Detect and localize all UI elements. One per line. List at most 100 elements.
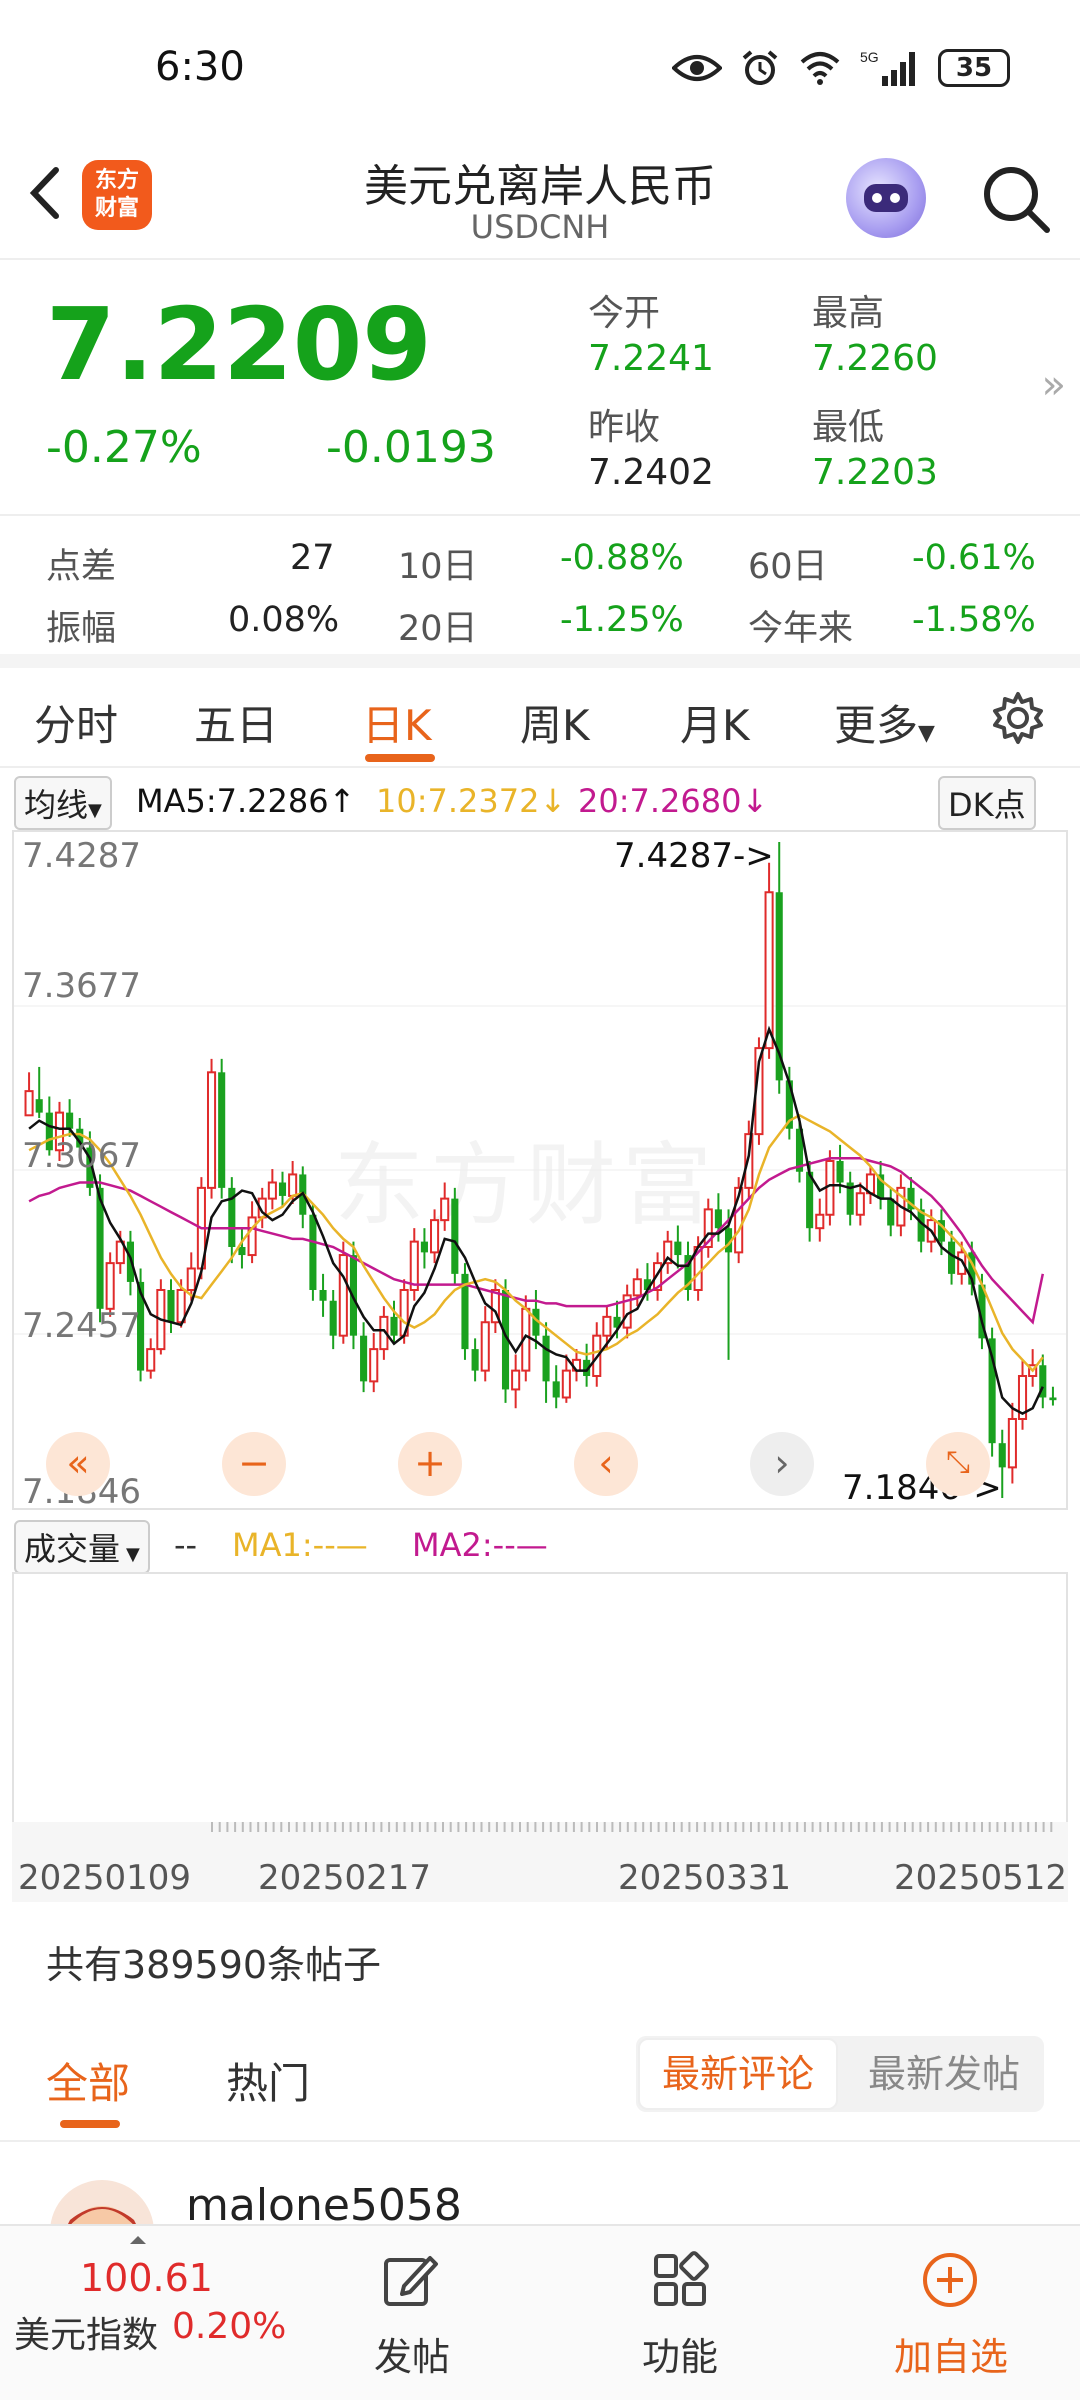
scroll-right-button[interactable]: › — [750, 1432, 814, 1496]
tab-five-day[interactable]: 五日 — [194, 692, 278, 753]
volume-selector[interactable]: 成交量 ▼ — [14, 1520, 150, 1574]
volume-ma2: MA2:--— — [412, 1526, 548, 1564]
candle — [855, 1182, 865, 1226]
candle — [238, 1228, 246, 1269]
ma2-line-swatch: — — [515, 1526, 548, 1564]
volume-ma2-label: MA2:-- — [412, 1526, 516, 1564]
candle — [571, 1349, 582, 1382]
candle — [167, 1279, 175, 1333]
candle — [815, 1198, 825, 1242]
assistant-robot-icon[interactable] — [846, 158, 926, 238]
volume-ma1: MA1:--— — [232, 1526, 368, 1564]
sort-segmented-control: 最新评论 最新发帖 — [636, 2036, 1044, 2112]
ma1-line-swatch: — — [335, 1526, 368, 1564]
scroll-left-button[interactable]: ‹ — [574, 1432, 638, 1496]
function-button[interactable]: 功能 — [610, 2226, 750, 2400]
candle — [278, 1171, 287, 1207]
volume-chart[interactable] — [12, 1572, 1068, 1822]
tab-more[interactable]: 更多▼ — [834, 692, 935, 753]
battery-level: 35 — [955, 53, 993, 83]
scroll-to-start-button[interactable]: « — [46, 1432, 110, 1496]
tab-all-posts[interactable]: 全部 — [46, 2050, 130, 2111]
high-marker: 7.4287-> — [614, 836, 774, 876]
candle — [632, 1268, 642, 1307]
ytd-value: -1.58% — [912, 600, 1036, 640]
candle — [1049, 1386, 1057, 1406]
search-icon[interactable] — [975, 158, 1055, 238]
axis-ticks — [211, 1822, 1053, 1832]
status-time: 6:30 — [155, 44, 245, 90]
change-percent: -0.27% — [46, 422, 202, 473]
d10-label: 10日 — [398, 547, 478, 587]
tab-intraday[interactable]: 分时 — [34, 692, 118, 753]
active-tab-underline — [365, 754, 435, 762]
candle — [865, 1166, 876, 1204]
volume-selector-label: 成交量 — [24, 1530, 121, 1568]
expand-arrow-icon[interactable]: » — [1042, 362, 1066, 408]
candle — [1007, 1402, 1017, 1484]
open-value: 7.2241 — [588, 338, 714, 379]
add-watchlist-button[interactable]: 加自选 — [874, 2226, 1034, 2400]
candle — [511, 1354, 521, 1409]
change-value: -0.0193 — [326, 422, 496, 473]
y-tick-label: 7.2457 — [22, 1306, 141, 1346]
candle — [146, 1338, 156, 1379]
tab-weekly-k[interactable]: 周K — [520, 692, 590, 753]
battery-icon: 35 — [938, 49, 1010, 87]
sort-latest-post[interactable]: 最新发帖 — [846, 2038, 1042, 2110]
spread-value: 27 — [290, 538, 335, 578]
candle — [684, 1241, 692, 1301]
candle — [319, 1273, 327, 1317]
caret-down-icon: ▼ — [88, 800, 102, 821]
candle — [552, 1365, 560, 1409]
ma-selector-label: 均线 — [24, 786, 89, 824]
ytd-label: 今年来 — [748, 609, 854, 649]
eye-icon — [672, 55, 722, 81]
bottom-bar: 100.61 美元指数 0.20% 发帖 功能 加自选 — [0, 2224, 1080, 2400]
candle — [877, 1160, 885, 1210]
post-button[interactable]: 发帖 — [340, 2226, 480, 2400]
ma-selector[interactable]: 均线▼ — [14, 776, 112, 830]
divider — [0, 2140, 1080, 2142]
candle — [703, 1198, 713, 1258]
settings-gear-icon[interactable] — [990, 690, 1046, 746]
candle — [228, 1177, 236, 1264]
grid-icon — [654, 2251, 709, 2306]
candle — [583, 1343, 591, 1387]
function-label: 功能 — [642, 2335, 719, 2379]
volume-indicator-bar: 成交量 ▼ -- MA1:--— MA2:--— — [0, 1516, 1080, 1574]
candle — [440, 1182, 450, 1231]
d20-value: -1.25% — [560, 600, 684, 640]
high-label: 最高 — [812, 293, 885, 334]
sort-latest-comment[interactable]: 最新评论 — [638, 2038, 838, 2110]
signal-icon: 5G — [860, 49, 915, 86]
low-label: 最低 — [812, 407, 885, 448]
post-count: 共有389590条帖子 — [46, 1943, 382, 1987]
tab-hot-posts[interactable]: 热门 — [226, 2050, 310, 2111]
stats-panel: 点差 27 振幅 0.08% 10日 -0.88% 20日 -1.25% 60日… — [0, 518, 1080, 668]
dollar-index-ticker[interactable]: 100.61 美元指数 0.20% — [0, 2226, 290, 2400]
dk-point-button[interactable]: DK点 — [938, 776, 1036, 830]
spread-label: 点差 — [46, 547, 117, 587]
last-price: 7.2209 — [46, 286, 432, 403]
d60-label: 60日 — [748, 547, 828, 587]
status-icons: 5G 35 — [672, 48, 1010, 88]
candle — [451, 1187, 459, 1285]
high-value: 7.2260 — [812, 338, 938, 379]
date-axis: 20250109 20250217 20250331 20250512 — [12, 1822, 1068, 1902]
candle — [724, 1209, 733, 1360]
tab-daily-k[interactable]: 日K — [362, 692, 432, 753]
fullscreen-button[interactable]: ⤡ — [926, 1432, 990, 1496]
zoom-in-button[interactable]: + — [398, 1432, 462, 1496]
volume-ma1-label: MA1:-- — [232, 1526, 336, 1564]
status-bar: 6:30 5G 35 — [0, 0, 1080, 130]
candle — [461, 1263, 469, 1360]
edit-icon — [384, 2256, 438, 2306]
wifi-icon — [800, 52, 840, 85]
prev-close-value: 7.2402 — [588, 452, 714, 493]
candle — [663, 1230, 673, 1274]
zoom-out-button[interactable]: − — [222, 1432, 286, 1496]
quote-panel: 7.2209 -0.27% -0.0193 今开 7.2241 最高 7.226… — [0, 262, 1080, 516]
kline-chart[interactable]: 东方财富 7.4287 7.3677 7.3067 7.2457 7.1846 … — [12, 830, 1068, 1512]
tab-monthly-k[interactable]: 月K — [680, 692, 750, 753]
